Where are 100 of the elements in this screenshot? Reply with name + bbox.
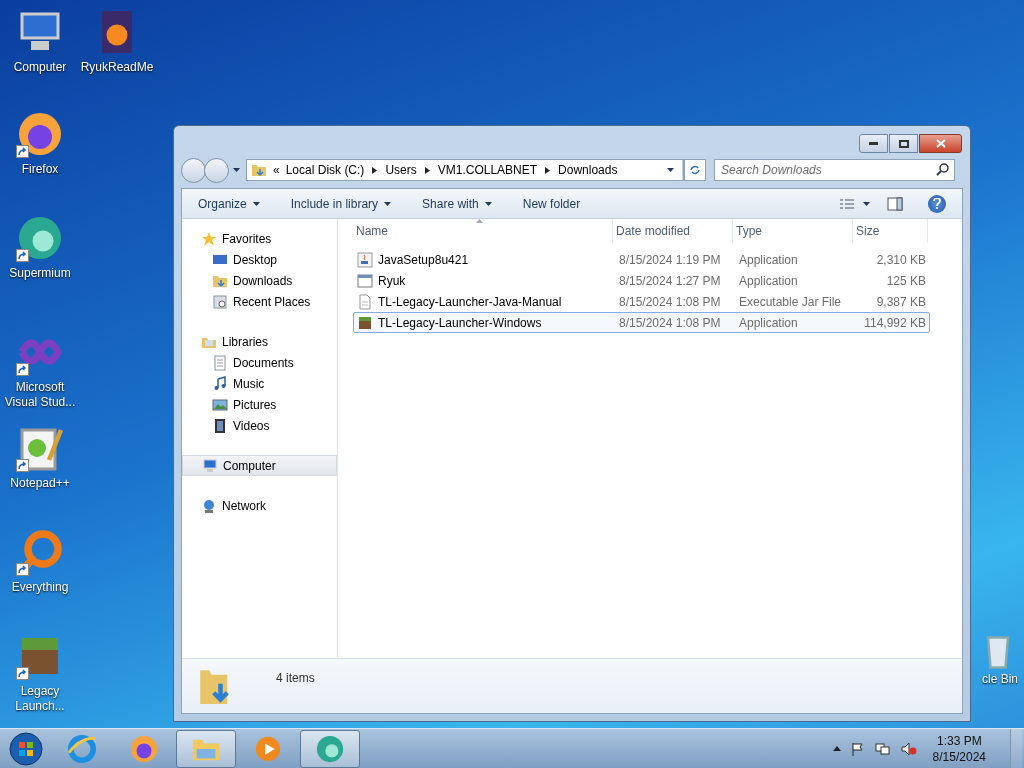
caret-icon	[667, 168, 674, 172]
view-options-button[interactable]	[839, 197, 870, 210]
desktop-shortcut[interactable]: Everything	[3, 528, 77, 595]
toolbar-button[interactable]: Share with	[422, 194, 492, 213]
taskbar-button[interactable]	[300, 729, 360, 768]
close-button[interactable]	[919, 134, 962, 153]
chevron-icon	[545, 166, 551, 174]
breadcrumb-link[interactable]: Users	[385, 161, 417, 179]
search-field[interactable]: Search Downloads	[714, 159, 955, 181]
file-row[interactable]: JavaSetup8u421 8/15/2024 1:19 PM Application 2,310 KB	[353, 249, 930, 270]
fox-globe-icon	[16, 110, 64, 158]
chevron-icon	[424, 166, 430, 174]
preview-pane-button[interactable]	[887, 196, 903, 211]
music-note-icon	[212, 375, 228, 392]
column-header[interactable]: Size	[853, 219, 928, 243]
maximize-button[interactable]	[889, 134, 918, 153]
toolbar-button[interactable]: Include in library	[290, 194, 392, 213]
network-globe-icon	[201, 497, 217, 514]
item-count: 4 items	[276, 670, 315, 687]
flag-icon[interactable]	[850, 741, 865, 756]
taskbar-button[interactable]	[176, 729, 236, 768]
question-mark-icon	[933, 198, 941, 209]
shortcut-label: Everything	[11, 580, 69, 595]
list-view-icon	[839, 197, 855, 210]
column-header[interactable]: Date modified	[613, 219, 733, 243]
tray-expand-icon[interactable]	[832, 746, 841, 751]
clock[interactable]: 1:33 PM 8/15/2024	[932, 732, 986, 765]
overflow-chevrons[interactable]: «	[273, 161, 280, 179]
help-button[interactable]	[928, 194, 946, 213]
computer-icon	[202, 457, 218, 474]
type-cell-text: Executable Jar File	[738, 293, 843, 311]
column-header[interactable]: Name	[353, 219, 613, 243]
desktop-shortcut[interactable]: Notepad++	[3, 424, 77, 491]
nav-item[interactable]: Computer	[182, 455, 337, 476]
folder-arrow-icon	[251, 162, 267, 178]
close-icon	[935, 139, 946, 148]
type-cell-text: Application	[738, 314, 799, 332]
date-cell-text: 8/15/2024 1:27 PM	[618, 272, 722, 290]
shortcut-label: Notepad++	[10, 476, 70, 491]
file-row[interactable]: TL-Legacy-Launcher-Java-Manual 8/15/2024 1:08 PM Executable Jar File 9,387 KB	[353, 291, 930, 312]
file-row[interactable]: Ryuk 8/15/2024 1:27 PM Application 125 KB	[353, 270, 930, 291]
file-name: TL-Legacy-Launcher-Java-Manual	[378, 293, 562, 311]
globe-icon	[315, 733, 345, 764]
size-cell-text: 2,310 KB	[875, 251, 927, 269]
breadcrumb-link[interactable]: Downloads	[558, 161, 618, 179]
recent-places-icon	[212, 293, 228, 310]
nav-item[interactable]: Music	[182, 373, 337, 394]
minimize-button[interactable]	[859, 134, 888, 153]
film-icon	[212, 417, 228, 434]
search-icon	[936, 163, 949, 176]
desktop-shortcut[interactable]: Firefox	[3, 110, 77, 177]
address-bar[interactable]: « Local Disk (C:) Users VM1.COLLABNET Downloads	[246, 159, 684, 181]
file-name: JavaSetup8u421	[378, 251, 469, 269]
nav-item[interactable]: Favorites	[182, 228, 337, 249]
file-icon	[357, 293, 373, 310]
restore-icon	[898, 139, 909, 148]
shortcut-label: Firefox	[21, 162, 59, 177]
toolbar-button[interactable]: New folder	[522, 194, 581, 213]
grass-block-icon	[357, 314, 373, 331]
nav-item[interactable]: Libraries	[182, 331, 337, 352]
breadcrumb-link[interactable]: Local Disk (C:)	[285, 161, 365, 179]
toolbar-button[interactable]: Organize	[198, 194, 260, 213]
size-cell-text: 9,387 KB	[875, 293, 927, 311]
document-icon	[212, 354, 228, 371]
date-cell-text: 8/15/2024 1:08 PM	[618, 293, 722, 311]
pane-icon	[887, 196, 903, 211]
file-row[interactable]: TL-Legacy-Launcher-Windows 8/15/2024 1:08 PM Application 114,992 KB	[353, 312, 930, 333]
column-header[interactable]: Type	[733, 219, 853, 243]
nav-item[interactable]: Documents	[182, 352, 337, 373]
network-icon[interactable]	[874, 741, 891, 756]
nav-item[interactable]: Recent Places	[182, 291, 337, 312]
star-icon	[201, 230, 217, 247]
shortcut-label: Microsoft Visual Stud...	[3, 380, 77, 410]
type-cell-text: Application	[738, 251, 799, 269]
desktop-shortcut[interactable]: RyukReadMe	[80, 8, 154, 75]
nav-item[interactable]: Network	[182, 495, 337, 516]
nav-item[interactable]: Pictures	[182, 394, 337, 415]
application-window-icon	[357, 272, 373, 289]
date-cell-text: 8/15/2024 1:19 PM	[618, 251, 722, 269]
nav-item[interactable]: Desktop	[182, 249, 337, 270]
chevron-icon	[372, 166, 378, 174]
start-orb-icon	[9, 731, 43, 766]
java-cup-icon	[357, 251, 373, 268]
globe-icon	[16, 214, 64, 262]
size-cell-text: 114,992 KB	[863, 314, 927, 332]
shortcut-label: Computer	[13, 60, 67, 75]
shortcut-label: RyukReadMe	[80, 60, 154, 75]
refresh-button[interactable]	[684, 159, 706, 181]
minimize-icon	[869, 142, 878, 145]
e-globe-icon	[67, 733, 97, 764]
breadcrumb-link[interactable]: VM1.COLLABNET	[437, 161, 538, 179]
muted-speaker-icon[interactable]	[900, 741, 917, 756]
desktop-shortcut[interactable]: Computer	[3, 8, 77, 75]
date-cell-text: 8/15/2024 1:08 PM	[618, 314, 722, 332]
caret-icon	[863, 201, 870, 206]
desktop-shortcut[interactable]: Microsoft Visual Stud...	[3, 328, 77, 410]
nav-item[interactable]: Videos	[182, 415, 337, 436]
nav-item[interactable]: Downloads	[182, 270, 337, 291]
type-cell-text: Application	[738, 272, 799, 290]
desktop-shortcut[interactable]: Supermium	[3, 214, 77, 281]
